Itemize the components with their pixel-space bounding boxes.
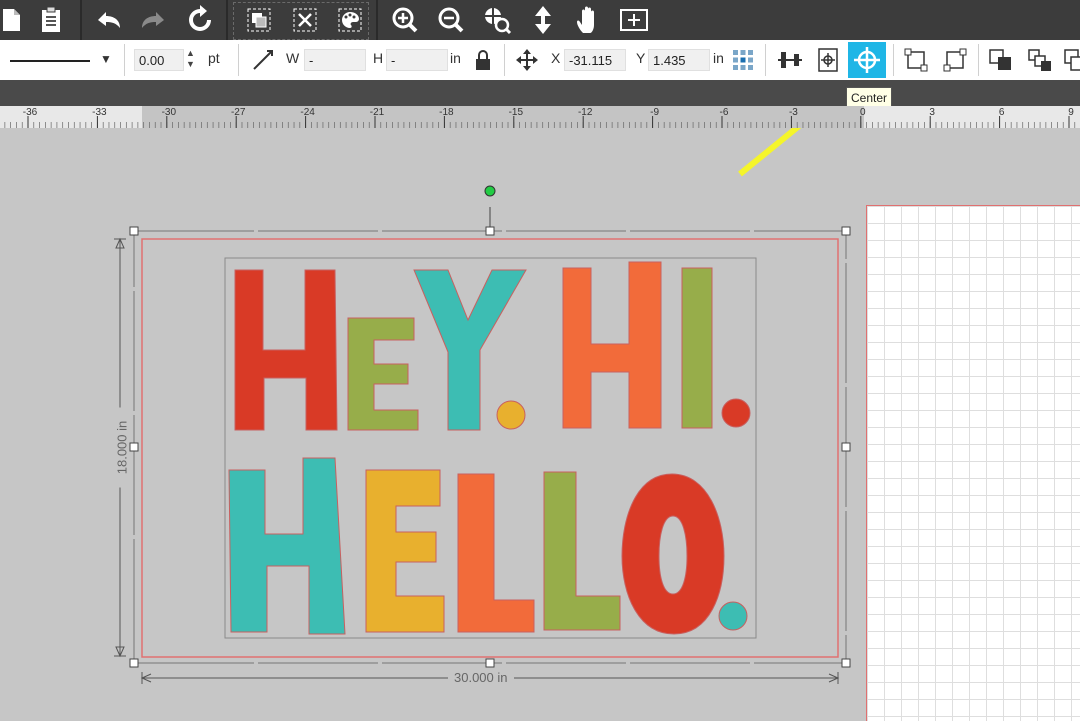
ruler-label: -9 — [650, 107, 660, 118]
width-input[interactable]: - — [304, 49, 366, 71]
move-arrows-icon[interactable] — [512, 46, 542, 74]
transform-box-icon[interactable] — [901, 46, 931, 74]
chevron-down-icon[interactable]: ▼ — [100, 52, 112, 66]
ruler-label: 9 — [1068, 107, 1074, 118]
zoom-out-icon[interactable] — [434, 4, 468, 36]
color-palette-icon[interactable] — [333, 4, 367, 36]
ruler-label: -18 — [439, 107, 454, 118]
align-middle-icon[interactable] — [775, 46, 805, 74]
ruler-label: -36 — [22, 107, 38, 118]
refresh-icon[interactable] — [183, 4, 217, 36]
crosshair-icon — [854, 47, 880, 73]
toolbar-separator — [124, 44, 125, 76]
line-style-preview[interactable] — [10, 60, 90, 62]
height-label: H — [373, 50, 384, 66]
lock-icon[interactable] — [468, 46, 498, 74]
undo-icon[interactable] — [92, 4, 126, 36]
arrange-icon[interactable] — [1060, 46, 1080, 74]
ruler-label: -24 — [300, 107, 315, 118]
ruler-label: -6 — [719, 107, 729, 118]
fit-to-page-icon[interactable] — [617, 4, 651, 36]
toolbar-separator — [226, 0, 228, 40]
zoom-select-icon[interactable] — [480, 4, 514, 36]
reference-point-grid-icon[interactable] — [728, 46, 758, 74]
spinner-icon[interactable]: ▲ ▼ — [186, 48, 195, 70]
ungroup-icon[interactable] — [288, 4, 322, 36]
position-unit: in — [713, 50, 724, 66]
width-label: W — [286, 50, 300, 66]
toolbar-separator — [376, 0, 378, 40]
zoom-in-icon[interactable] — [388, 4, 422, 36]
annotation-arrow — [738, 128, 802, 177]
line-width-input[interactable]: 0.00 — [134, 49, 184, 71]
x-position-input[interactable]: -31.115 — [564, 49, 626, 71]
toolbar-separator — [978, 44, 979, 76]
pan-hand-icon[interactable] — [572, 4, 606, 36]
toolbar-band — [0, 80, 1080, 106]
ruler-label: -27 — [230, 107, 246, 118]
ruler-label: -12 — [577, 107, 593, 118]
ruler-label: -30 — [161, 107, 177, 118]
diagonal-resize-icon[interactable] — [248, 46, 278, 74]
transform-skew-icon[interactable] — [940, 46, 970, 74]
y-label: Y — [636, 50, 646, 66]
redo-icon[interactable] — [136, 4, 170, 36]
ruler-label: -3 — [788, 107, 798, 118]
height-input[interactable]: - — [386, 49, 448, 71]
y-position-input[interactable]: 1.435 — [648, 49, 710, 71]
center-to-page-icon[interactable] — [813, 46, 843, 74]
canvas-area[interactable]: 30.000 in 18.000 in — [0, 128, 1080, 721]
horizontal-ruler[interactable]: -36 -33 -30 -27 -24 -21 -18 -15 -12 -9 -6 -3 0 3 6 9 — [0, 106, 1080, 128]
send-backward-icon[interactable] — [1025, 46, 1055, 74]
ruler-label: 3 — [929, 107, 935, 118]
ruler-label: 0 — [860, 107, 866, 118]
ruler-label: 6 — [998, 107, 1005, 118]
bring-forward-icon[interactable] — [986, 46, 1016, 74]
main-toolbar — [0, 0, 1080, 40]
ruler-label: -15 — [508, 107, 524, 118]
toolbar-separator — [80, 0, 82, 40]
toolbar-separator — [504, 44, 505, 76]
toolbar-separator — [238, 44, 239, 76]
move-icon[interactable] — [526, 4, 560, 36]
x-label: X — [551, 50, 561, 66]
clipboard-icon[interactable] — [34, 4, 68, 36]
ruler-label: -33 — [92, 107, 107, 118]
group-icon[interactable] — [242, 4, 276, 36]
toolbar-separator — [765, 44, 766, 76]
document-icon[interactable] — [0, 4, 28, 36]
line-width-unit: pt — [208, 50, 220, 66]
size-unit: in — [450, 50, 461, 66]
toolbar-separator — [893, 44, 894, 76]
ruler-label: -21 — [369, 107, 385, 118]
center-button[interactable] — [848, 42, 886, 78]
